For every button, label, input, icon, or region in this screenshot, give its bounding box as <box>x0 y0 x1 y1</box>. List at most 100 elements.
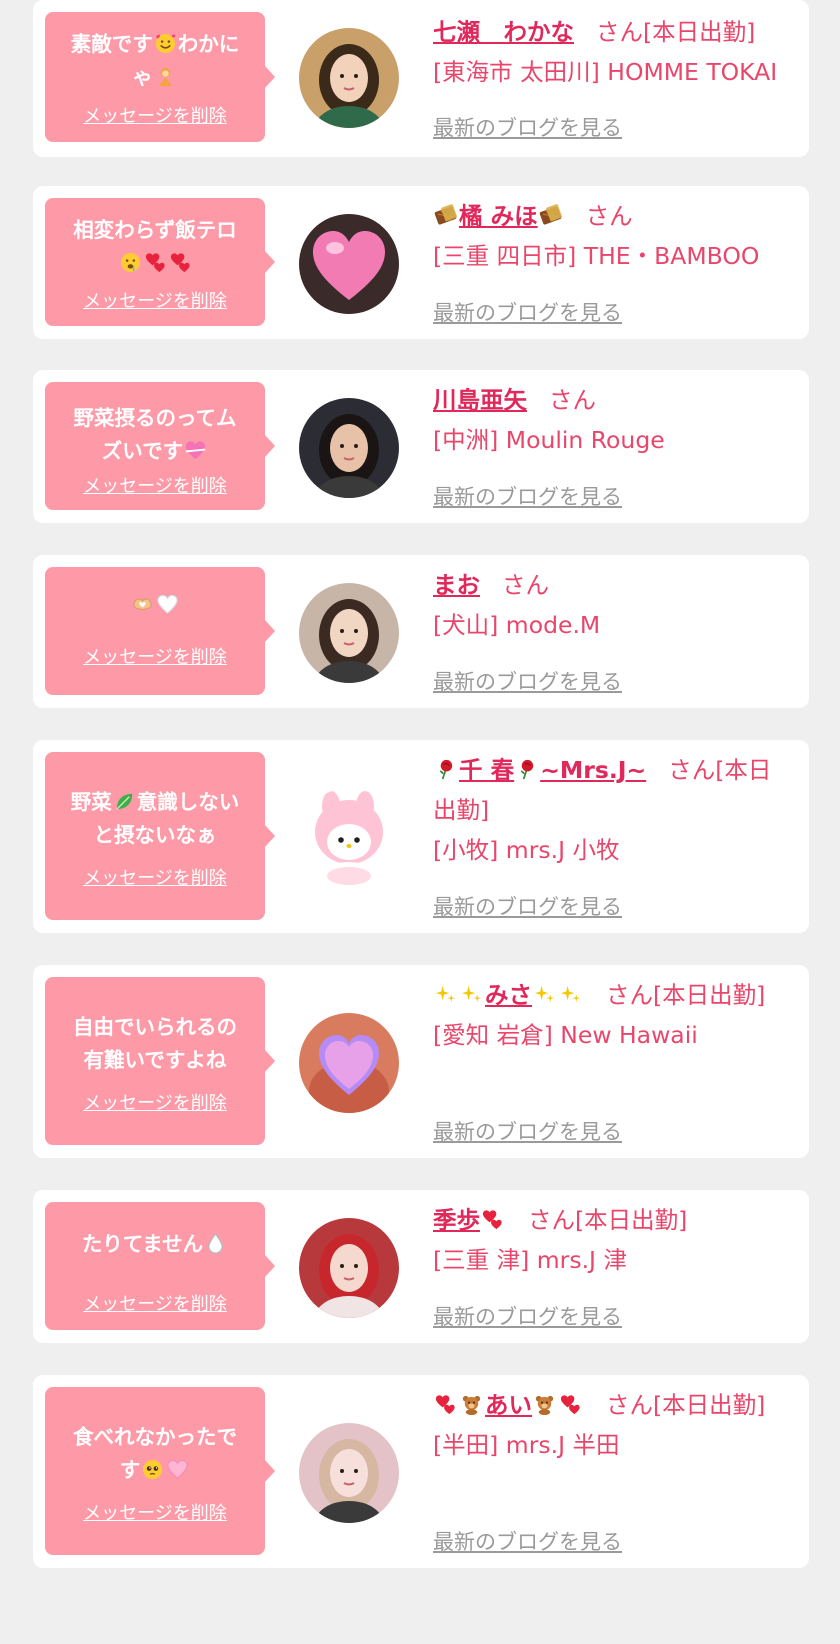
on-duty-label: [本日出勤] <box>653 1391 766 1419</box>
pink-heart-icon <box>166 1458 189 1481</box>
cast-info: 橘 みほ さん [三重 四日市] THE・BAMBOO <box>433 196 793 276</box>
message-line: 野菜 意識しない <box>53 786 257 819</box>
message-bubble: メッセージを削除 <box>45 567 275 695</box>
delete-message-link[interactable]: メッセージを削除 <box>45 1499 265 1525</box>
on-duty-label: [本日出勤] <box>643 18 756 46</box>
honorific-label: さん <box>606 981 653 1009</box>
teddy-bear-icon <box>460 1393 484 1417</box>
cast-name-link[interactable]: 季歩 <box>433 1206 506 1234</box>
avatar-photo-icon[interactable] <box>299 583 399 683</box>
message-text-segment: 相変わらず飯テロ <box>73 218 237 242</box>
delete-message-link[interactable]: メッセージを削除 <box>45 472 265 498</box>
message-card: 野菜 意識しない と摂ないなぁ メッセージを削除千 春 ~Mrs.J~ さん[本日出勤][… <box>33 740 809 933</box>
latest-blog-link[interactable]: 最新のブログを見る <box>433 297 622 327</box>
cast-name-line: 橘 みほ さん <box>433 196 793 236</box>
message-bubble: 食べれなかったですメッセージを削除 <box>45 1387 275 1555</box>
message-line <box>53 589 257 622</box>
message-card: メッセージを削除 まお さん [犬山] mode.M 最新のブログを見る <box>33 555 809 708</box>
heart-ribbon-icon <box>184 439 207 462</box>
delete-message-link[interactable]: メッセージを削除 <box>45 287 265 313</box>
shop-name: [三重 四日市] THE・BAMBOO <box>433 242 760 270</box>
heart-icon <box>169 251 192 274</box>
latest-blog-link[interactable]: 最新のブログを見る <box>433 1526 622 1556</box>
avatar-heart-mosaic-icon[interactable] <box>299 1013 399 1113</box>
message-line: 食べれなかったで <box>53 1421 257 1454</box>
drooling-face-icon <box>119 251 142 274</box>
cast-info: あい さん[本日出勤] [半田] mrs.J 半田 <box>433 1385 793 1465</box>
message-text: 相変わらず飯テロ <box>53 214 257 280</box>
cast-name-link[interactable]: 七瀬 わかな <box>433 18 574 46</box>
cast-name-link[interactable]: 川島亜矢 <box>433 386 527 414</box>
chocolate-bar-icon <box>539 204 563 228</box>
heart-icon <box>144 251 167 274</box>
message-text-segment: 素敵です <box>70 32 153 56</box>
sparkles-icon <box>533 983 557 1007</box>
cast-name-link[interactable]: 橘 みほ <box>433 202 564 230</box>
cast-name-text: 千 春 <box>459 756 515 784</box>
delete-message-link[interactable]: メッセージを削除 <box>45 864 265 890</box>
shop-name: [犬山] mode.M <box>433 611 601 639</box>
message-card: 素敵です わかにゃメッセージを削除 七瀬 わかな さん[本日出勤] [東海市 太田川] … <box>33 0 809 157</box>
cast-name-link[interactable]: まお <box>433 571 480 599</box>
sparkles-icon <box>559 983 583 1007</box>
message-line: 自由でいられるの <box>53 1011 257 1044</box>
cast-name-text: 七瀬 わかな <box>433 18 574 46</box>
message-text: 素敵です わかにゃ <box>53 28 257 94</box>
latest-blog-link[interactable]: 最新のブログを見る <box>433 481 622 511</box>
cast-name-text: 橘 みほ <box>459 202 538 230</box>
message-line: ズいです <box>53 435 257 468</box>
sparkles-icon <box>460 983 484 1007</box>
honorific-label: さん <box>502 571 549 599</box>
cast-info: 七瀬 わかな さん[本日出勤] [東海市 太田川] HOMME TOKAI <box>433 12 793 92</box>
avatar-photo-icon[interactable] <box>299 1423 399 1523</box>
latest-blog-link[interactable]: 最新のブログを見る <box>433 1116 622 1146</box>
message-text-segment: 食べれなかったで <box>73 1425 237 1449</box>
delete-message-link[interactable]: メッセージを削除 <box>45 1290 265 1316</box>
message-text-segment: わかに <box>177 32 240 56</box>
message-text-segment: ズいです <box>101 439 184 463</box>
cast-name-link[interactable]: あい <box>433 1391 584 1419</box>
avatar-pink-heart-icon[interactable] <box>299 214 399 314</box>
latest-blog-link[interactable]: 最新のブログを見る <box>433 1301 622 1331</box>
on-duty-label: [本日出勤] <box>575 1206 688 1234</box>
avatar-photo-icon[interactable] <box>299 28 399 128</box>
message-bubble: 素敵です わかにゃメッセージを削除 <box>45 12 275 142</box>
latest-blog-link[interactable]: 最新のブログを見る <box>433 666 622 696</box>
heart-icon <box>434 1393 458 1417</box>
message-line: 有難いですよね <box>53 1044 257 1077</box>
message-list: 素敵です わかにゃメッセージを削除 七瀬 わかな さん[本日出勤] [東海市 太田川] … <box>0 0 840 1644</box>
avatar-photo-icon[interactable] <box>299 1218 399 1318</box>
message-text: 野菜 意識しない と摂ないなぁ <box>53 786 257 852</box>
latest-blog-link[interactable]: 最新のブログを見る <box>433 112 622 142</box>
honorific-label: さん <box>606 1391 653 1419</box>
rose-icon <box>515 758 539 782</box>
cast-name-text: 川島亜矢 <box>433 386 527 414</box>
message-text-segment: 自由でいられるの <box>73 1015 237 1039</box>
leafy-green-icon <box>113 790 136 813</box>
rose-icon <box>434 758 458 782</box>
teddy-bear-icon <box>533 1393 557 1417</box>
sparkles-icon <box>434 983 458 1007</box>
avatar-plush-toy-icon[interactable] <box>299 788 399 888</box>
message-card: たりてません メッセージを削除 季歩 さん[本日出勤] [三重 津] mrs.J 津最新… <box>33 1190 809 1343</box>
message-line: す <box>53 1454 257 1487</box>
message-card: 自由でいられるの有難いですよねメッセージを削除 みさ さん[本日出勤] [愛知 岩倉]… <box>33 965 809 1158</box>
cast-name-link[interactable]: 千 春 ~Mrs.J~ <box>433 756 646 784</box>
message-card: 相変わらず飯テロメッセージを削除 橘 みほ さん [三重 四日市] THE・BAMBO… <box>33 186 809 339</box>
delete-message-link[interactable]: メッセージを削除 <box>45 1089 265 1115</box>
shop-name: [三重 津] mrs.J 津 <box>433 1246 627 1274</box>
shop-name: [愛知 岩倉] New Hawaii <box>433 1021 698 1049</box>
delete-message-link[interactable]: メッセージを削除 <box>45 643 265 669</box>
avatar-photo-icon[interactable] <box>299 398 399 498</box>
on-duty-label: [本日出勤] <box>653 981 766 1009</box>
delete-message-link[interactable]: メッセージを削除 <box>45 102 265 128</box>
honorific-label: さん <box>549 386 596 414</box>
latest-blog-link[interactable]: 最新のブログを見る <box>433 891 622 921</box>
honorific-label: さん <box>585 202 633 230</box>
message-bubble: 野菜摂るのってム ズいです メッセージを削除 <box>45 382 275 510</box>
message-text-segment: 野菜 <box>70 790 112 814</box>
message-bubble: 相変わらず飯テロメッセージを削除 <box>45 198 275 326</box>
white-heart-icon <box>156 593 179 616</box>
message-text-segment: 意識しない <box>136 790 240 814</box>
cast-name-link[interactable]: みさ <box>433 981 584 1009</box>
